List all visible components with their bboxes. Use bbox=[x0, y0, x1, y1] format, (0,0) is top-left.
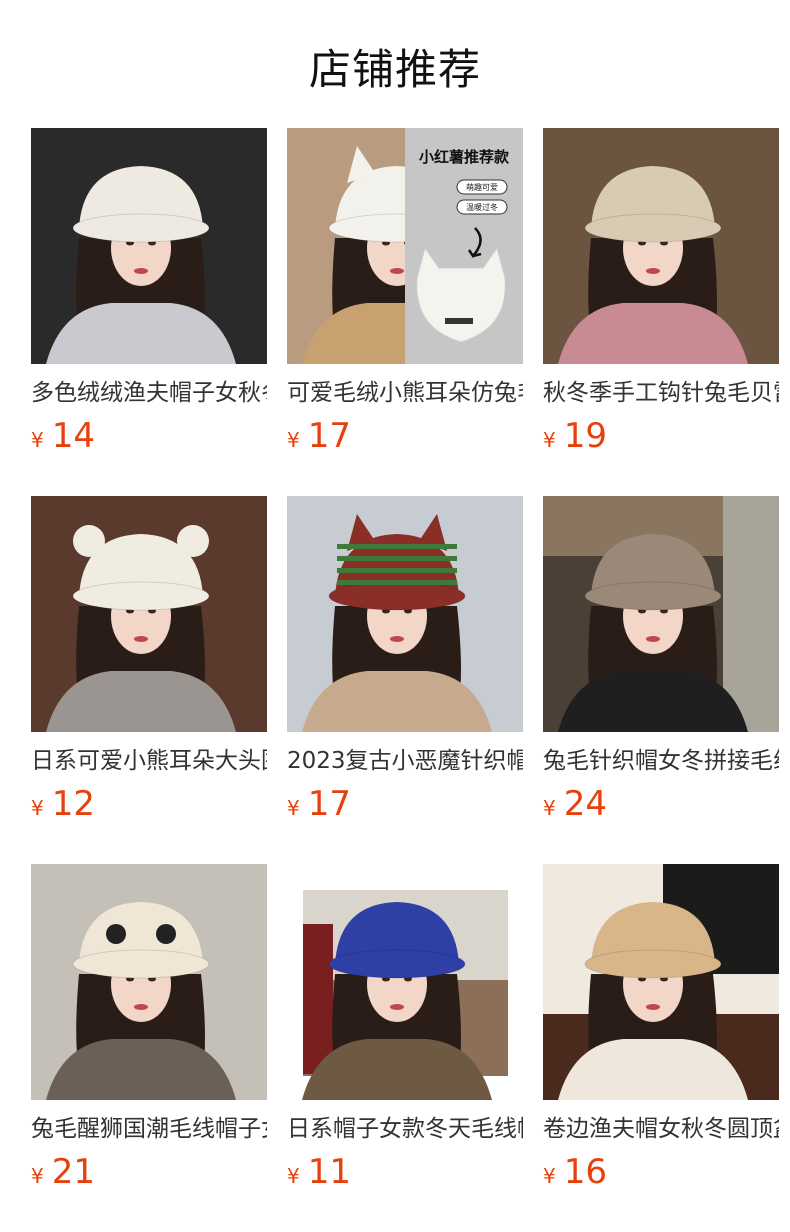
product-image[interactable] bbox=[287, 864, 523, 1100]
product-name[interactable]: 兔毛醒狮国潮毛线帽子女 bbox=[31, 1112, 267, 1146]
product-photo bbox=[543, 128, 779, 364]
product-card[interactable]: 兔毛针织帽女冬拼接毛线 ¥24 bbox=[543, 496, 779, 864]
product-image[interactable] bbox=[543, 496, 779, 732]
price-value: 16 bbox=[563, 1152, 607, 1192]
product-image[interactable]: 小红薯推荐款萌趣可爱温暖过冬 bbox=[287, 128, 523, 364]
product-photo bbox=[31, 496, 267, 732]
currency-symbol: ¥ bbox=[543, 1164, 556, 1188]
product-price: ¥14 bbox=[31, 416, 95, 456]
product-price: ¥17 bbox=[287, 416, 351, 456]
currency-symbol: ¥ bbox=[31, 428, 44, 452]
currency-symbol: ¥ bbox=[287, 796, 300, 820]
price-value: 21 bbox=[51, 1152, 95, 1192]
price-value: 11 bbox=[307, 1152, 351, 1192]
section-title: 店铺推荐 bbox=[308, 45, 481, 94]
product-photo bbox=[287, 496, 523, 732]
product-photo bbox=[543, 496, 779, 732]
price-value: 17 bbox=[307, 784, 351, 824]
product-card[interactable]: 兔毛醒狮国潮毛线帽子女 ¥21 bbox=[31, 864, 267, 1232]
price-value: 24 bbox=[563, 784, 607, 824]
product-name[interactable]: 日系可爱小熊耳朵大头围 bbox=[31, 744, 267, 778]
product-image[interactable] bbox=[31, 128, 267, 364]
product-name[interactable]: 秋冬季手工钩针兔毛贝雷 bbox=[543, 376, 779, 410]
product-price: ¥11 bbox=[287, 1152, 351, 1192]
product-card[interactable]: 秋冬季手工钩针兔毛贝雷 ¥19 bbox=[543, 128, 779, 496]
product-card[interactable]: 日系可爱小熊耳朵大头围 ¥12 bbox=[31, 496, 267, 864]
currency-symbol: ¥ bbox=[543, 428, 556, 452]
promo-tag: 温暖过冬 bbox=[466, 202, 498, 212]
currency-symbol: ¥ bbox=[287, 428, 300, 452]
price-value: 14 bbox=[51, 416, 95, 456]
product-card[interactable]: 卷边渔夫帽女秋冬圆顶盆 ¥16 bbox=[543, 864, 779, 1232]
product-photo bbox=[543, 864, 779, 1100]
product-price: ¥21 bbox=[31, 1152, 95, 1192]
product-name[interactable]: 多色绒绒渔夫帽子女秋冬 bbox=[31, 376, 267, 410]
product-photo: 小红薯推荐款萌趣可爱温暖过冬 bbox=[287, 128, 523, 364]
currency-symbol: ¥ bbox=[31, 1164, 44, 1188]
product-name[interactable]: 日系帽子女款冬天毛线帽 bbox=[287, 1112, 523, 1146]
price-value: 12 bbox=[51, 784, 95, 824]
product-image[interactable] bbox=[543, 128, 779, 364]
product-price: ¥24 bbox=[543, 784, 607, 824]
promo-headline: 小红薯推荐款 bbox=[419, 148, 510, 166]
product-name[interactable]: 可爱毛绒小熊耳朵仿兔毛 bbox=[287, 376, 523, 410]
currency-symbol: ¥ bbox=[31, 796, 44, 820]
product-price: ¥19 bbox=[543, 416, 607, 456]
product-price: ¥12 bbox=[31, 784, 95, 824]
product-name[interactable]: 兔毛针织帽女冬拼接毛线 bbox=[543, 744, 779, 778]
product-image[interactable] bbox=[543, 864, 779, 1100]
product-photo bbox=[31, 128, 267, 364]
product-name[interactable]: 2023复古小恶魔针织帽 bbox=[287, 744, 523, 778]
product-photo bbox=[287, 864, 523, 1100]
product-price: ¥16 bbox=[543, 1152, 607, 1192]
product-grid: 多色绒绒渔夫帽子女秋冬 ¥14 小红薯推荐款萌趣可爱温暖过冬可爱毛绒小熊耳朵仿兔毛 ¥… bbox=[31, 128, 779, 1232]
product-image[interactable] bbox=[31, 496, 267, 732]
price-value: 19 bbox=[563, 416, 607, 456]
product-price: ¥17 bbox=[287, 784, 351, 824]
product-card[interactable]: 多色绒绒渔夫帽子女秋冬 ¥14 bbox=[31, 128, 267, 496]
product-photo bbox=[31, 864, 267, 1100]
price-value: 17 bbox=[307, 416, 351, 456]
currency-symbol: ¥ bbox=[287, 1164, 300, 1188]
product-image[interactable] bbox=[287, 496, 523, 732]
promo-tag: 萌趣可爱 bbox=[466, 182, 498, 192]
product-card[interactable]: 2023复古小恶魔针织帽 ¥17 bbox=[287, 496, 523, 864]
product-card[interactable]: 日系帽子女款冬天毛线帽 ¥11 bbox=[287, 864, 523, 1232]
product-card[interactable]: 小红薯推荐款萌趣可爱温暖过冬可爱毛绒小熊耳朵仿兔毛 ¥17 bbox=[287, 128, 523, 496]
currency-symbol: ¥ bbox=[543, 796, 556, 820]
product-name[interactable]: 卷边渔夫帽女秋冬圆顶盆 bbox=[543, 1112, 779, 1146]
product-image[interactable] bbox=[31, 864, 267, 1100]
